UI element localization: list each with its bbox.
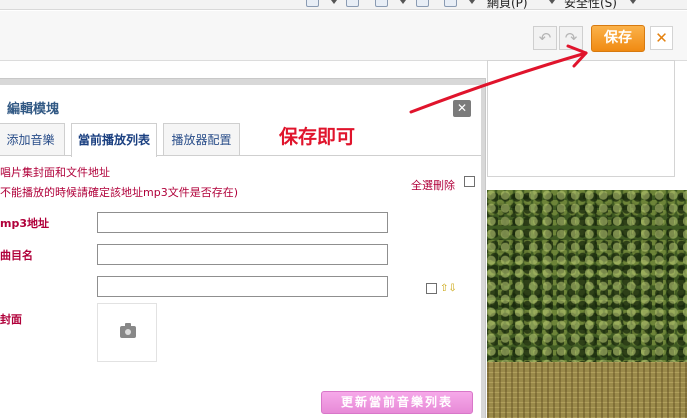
mp3-url-label: mp3地址 <box>0 217 49 230</box>
song-name-label: 曲目名 <box>0 249 33 262</box>
home-icon[interactable] <box>306 0 319 7</box>
tab-current-playlist[interactable]: 當前播放列表 <box>71 123 157 157</box>
home-dropdown-icon[interactable] <box>331 0 337 4</box>
playlist-hint: 不能播放的時候請確定該地址mp3文件是否存在) <box>0 186 238 199</box>
page-menu[interactable]: 網頁(P) <box>487 0 528 9</box>
rss-dropdown-icon[interactable] <box>400 0 406 4</box>
ground-background-image <box>487 362 687 418</box>
reorder-arrows-icon[interactable]: ⇧⇩ <box>440 283 457 294</box>
dialog-title: 編輯模塊 <box>7 102 60 117</box>
screenshot-stage: 網頁(P) 安全性(S) ↶ ↷ 保存 ✕ 編輯模塊 ✕ 添加音樂 當前播放列表… <box>0 0 687 418</box>
update-playlist-button[interactable]: 更新當前音樂列表 <box>321 391 473 414</box>
content-area <box>487 60 675 177</box>
song-name-input[interactable] <box>97 244 388 265</box>
save-button[interactable]: 保存 <box>591 25 645 52</box>
favorites-icon[interactable] <box>346 0 359 7</box>
browser-toolbar: 網頁(P) 安全性(S) <box>0 0 687 10</box>
editor-toolbar: ↶ ↷ 保存 ✕ <box>0 11 687 61</box>
undo-button[interactable]: ↶ <box>533 26 557 50</box>
safety-menu-dropdown-icon[interactable] <box>630 0 636 4</box>
select-all-delete-checkbox[interactable] <box>464 176 475 187</box>
row-checkbox[interactable] <box>426 283 437 294</box>
redo-button[interactable]: ↷ <box>559 26 583 50</box>
undo-icon: ↶ <box>538 29 552 47</box>
dialog-close-button[interactable]: ✕ <box>453 100 471 117</box>
third-input[interactable] <box>97 276 388 297</box>
annotation-text: 保存即可 <box>279 126 356 148</box>
camera-icon <box>120 323 136 338</box>
safety-menu[interactable]: 安全性(S) <box>564 0 617 9</box>
rss-feed-icon[interactable] <box>375 0 388 7</box>
select-all-delete-label: 全選刪除 <box>411 179 455 192</box>
editor-close-button[interactable]: ✕ <box>650 26 673 50</box>
tab-player-settings[interactable]: 播放器配置 <box>163 123 240 155</box>
mp3-url-input[interactable] <box>97 212 388 233</box>
page-menu-dropdown-icon[interactable] <box>549 0 555 4</box>
playlist-description: 唱片集封面和文件地址 <box>0 166 110 179</box>
cover-upload-box[interactable] <box>97 303 157 362</box>
redo-icon: ↷ <box>564 29 578 47</box>
print-dropdown-icon[interactable] <box>469 0 475 4</box>
mail-icon[interactable] <box>416 0 429 7</box>
tab-add-music[interactable]: 添加音樂 <box>0 123 65 155</box>
cover-label: 封面 <box>0 313 22 326</box>
print-icon[interactable] <box>444 0 457 7</box>
